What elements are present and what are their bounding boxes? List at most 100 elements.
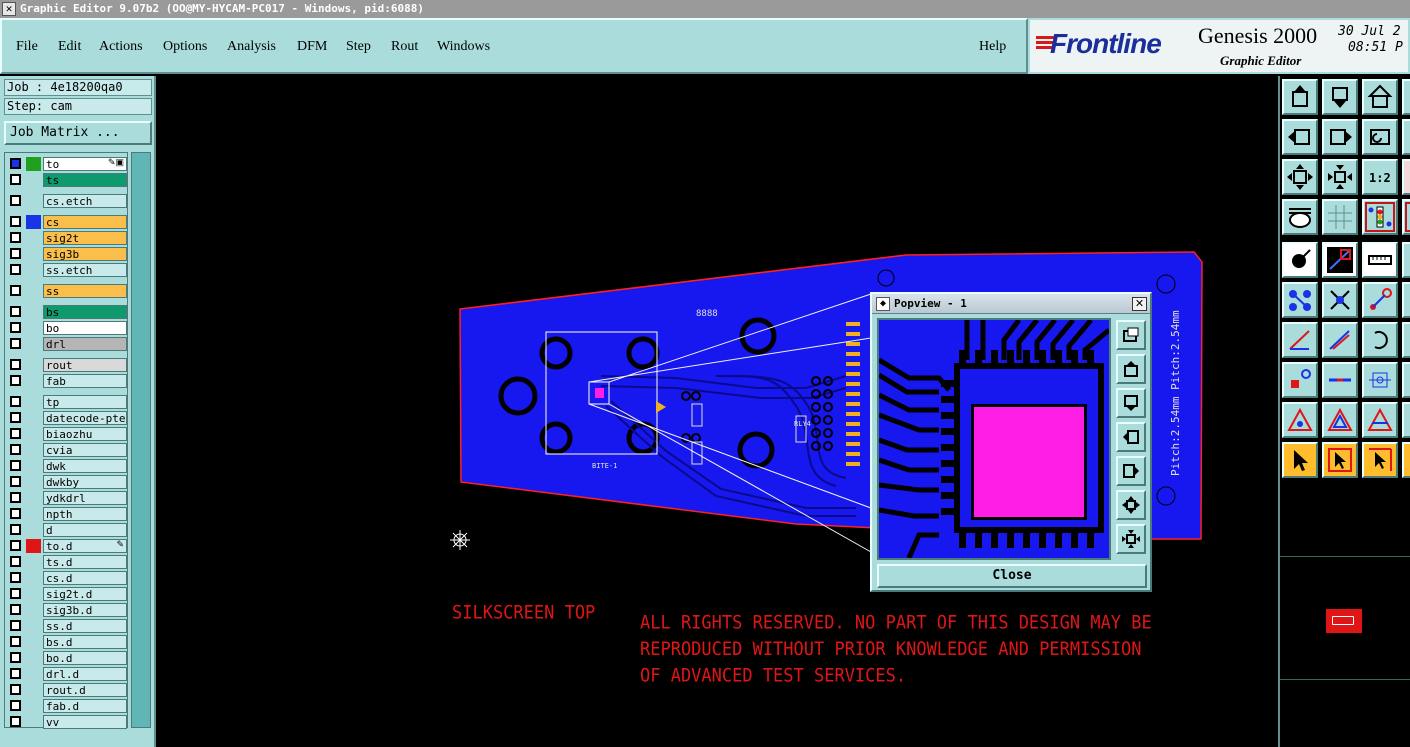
layer-checkbox[interactable] bbox=[10, 604, 21, 615]
palette-icon[interactable] bbox=[1282, 199, 1318, 235]
layer-row-drl[interactable]: drl bbox=[7, 337, 127, 351]
layer-color-swatch[interactable] bbox=[26, 215, 41, 229]
cross-mark-icon[interactable] bbox=[1322, 282, 1358, 318]
popview-zoom-in-icon[interactable] bbox=[1116, 524, 1146, 554]
layer-checkbox[interactable] bbox=[10, 556, 21, 567]
layer-name[interactable]: sig3b bbox=[43, 247, 127, 261]
zoom-in-icon[interactable] bbox=[1322, 159, 1358, 195]
layer-name[interactable]: ts.d bbox=[43, 555, 127, 569]
layer-row-ss-d[interactable]: ss.d bbox=[7, 619, 127, 633]
layer-checkbox[interactable] bbox=[10, 306, 21, 317]
layer-checkbox[interactable] bbox=[10, 492, 21, 503]
layer-row-ts[interactable]: ts bbox=[7, 173, 127, 187]
layer-row-ydkdrl[interactable]: ydkdrl bbox=[7, 491, 127, 505]
triangle-bar-icon[interactable] bbox=[1362, 402, 1398, 438]
popview-close-button[interactable]: Close bbox=[877, 564, 1147, 588]
layer-checkbox[interactable] bbox=[10, 668, 21, 679]
overflow-tool-icon[interactable] bbox=[1402, 159, 1410, 195]
layer-row-to-d[interactable]: to.d ✎ bbox=[7, 539, 127, 553]
popview-pan-right-icon[interactable] bbox=[1116, 456, 1146, 486]
menu-rout[interactable]: Rout bbox=[391, 39, 418, 55]
triangle-select-icon[interactable] bbox=[1282, 402, 1318, 438]
layer-checkbox[interactable] bbox=[10, 428, 21, 439]
layer-row-bo[interactable]: bo bbox=[7, 321, 127, 335]
layer-row-tp[interactable]: tp bbox=[7, 395, 127, 409]
layer-row-ss[interactable]: ss bbox=[7, 284, 127, 298]
layer-row-biaozhu[interactable]: biaozhu bbox=[7, 427, 127, 441]
menu-edit[interactable]: Edit bbox=[58, 39, 81, 55]
layer-name[interactable]: bo bbox=[43, 321, 127, 335]
popview-fit-icon[interactable] bbox=[1116, 320, 1146, 350]
layer-checkbox[interactable] bbox=[10, 216, 21, 227]
grid-icon[interactable] bbox=[1322, 199, 1358, 235]
popview-zoom-view[interactable] bbox=[877, 318, 1111, 560]
popview-pan-up-icon[interactable] bbox=[1116, 354, 1146, 384]
layer-name[interactable]: cvia bbox=[43, 443, 127, 457]
layer-checkbox[interactable] bbox=[10, 460, 21, 471]
menu-step[interactable]: Step bbox=[346, 39, 371, 55]
layer-row-sig2t-d[interactable]: sig2t.d bbox=[7, 587, 127, 601]
layer-checkbox[interactable] bbox=[10, 359, 21, 370]
scale-1-2-icon[interactable]: 1:2 bbox=[1362, 159, 1398, 195]
layer-name[interactable]: cs.etch bbox=[43, 194, 127, 208]
layer-checkbox[interactable] bbox=[10, 476, 21, 487]
layer-colors-icon[interactable] bbox=[1362, 199, 1398, 235]
layer-name[interactable]: drl.d bbox=[43, 667, 127, 681]
menu-actions[interactable]: Actions bbox=[99, 39, 143, 55]
layer-row-vv[interactable]: vv bbox=[7, 715, 127, 729]
menu-dfm[interactable]: DFM bbox=[297, 39, 327, 55]
overview-navigator[interactable] bbox=[1280, 556, 1410, 680]
zoom-fit-icon[interactable] bbox=[1282, 159, 1318, 195]
layer-name[interactable]: rout.d bbox=[43, 683, 127, 697]
zoom-home-down-icon[interactable] bbox=[1322, 79, 1358, 115]
app-close-icon[interactable]: ✕ bbox=[2, 2, 16, 16]
pad-select-icon[interactable] bbox=[1282, 242, 1318, 278]
layer-name[interactable]: npth bbox=[43, 507, 127, 521]
layer-checkbox[interactable] bbox=[10, 195, 21, 206]
layer-name[interactable]: bs.d bbox=[43, 635, 127, 649]
job-matrix-button[interactable]: Job Matrix ... bbox=[4, 121, 152, 145]
layer-row-bs[interactable]: bs bbox=[7, 305, 127, 319]
popview-zoom-out-icon[interactable] bbox=[1116, 490, 1146, 520]
layer-checkbox[interactable] bbox=[10, 174, 21, 185]
triangle-outline-icon[interactable] bbox=[1322, 402, 1358, 438]
layer-row-cs[interactable]: cs bbox=[7, 215, 127, 229]
layer-checkbox[interactable] bbox=[10, 375, 21, 386]
layer-row-rout[interactable]: rout bbox=[7, 358, 127, 372]
home-icon[interactable] bbox=[1362, 79, 1398, 115]
layer-name[interactable]: tp bbox=[43, 395, 127, 409]
layer-checkbox[interactable] bbox=[10, 588, 21, 599]
layer-checkbox[interactable] bbox=[10, 396, 21, 407]
overflow-tool-icon[interactable] bbox=[1402, 79, 1410, 115]
layer-row-rout-d[interactable]: rout.d bbox=[7, 683, 127, 697]
menu-options[interactable]: Options bbox=[163, 39, 207, 55]
layer-checkbox[interactable] bbox=[10, 540, 21, 551]
angle-measure-icon[interactable] bbox=[1282, 322, 1318, 358]
layer-row-sig3b-d[interactable]: sig3b.d bbox=[7, 603, 127, 617]
layer-checkbox[interactable] bbox=[10, 716, 21, 727]
select-pointer-icon[interactable] bbox=[1282, 442, 1318, 478]
overflow-tool-icon[interactable] bbox=[1402, 322, 1410, 358]
layer-row-d[interactable]: d bbox=[7, 523, 127, 537]
layer-row-sig2t[interactable]: sig2t bbox=[7, 231, 127, 245]
layer-name[interactable]: dwkby bbox=[43, 475, 127, 489]
ruler-icon[interactable] bbox=[1362, 242, 1398, 278]
overflow-tool-icon[interactable] bbox=[1402, 199, 1410, 235]
layer-name[interactable]: fab.d bbox=[43, 699, 127, 713]
layer-checkbox[interactable] bbox=[10, 636, 21, 647]
layer-list-scrollbar[interactable] bbox=[131, 152, 151, 728]
menu-file[interactable]: File bbox=[16, 39, 38, 55]
layer-name[interactable]: to.d bbox=[43, 539, 127, 553]
layer-checkbox[interactable] bbox=[10, 264, 21, 275]
layer-row-ts-d[interactable]: ts.d bbox=[7, 555, 127, 569]
overflow-tool-icon[interactable] bbox=[1402, 119, 1410, 155]
layer-checkbox[interactable] bbox=[10, 572, 21, 583]
zoom-home-up-icon[interactable] bbox=[1282, 79, 1318, 115]
layer-checkbox[interactable] bbox=[10, 524, 21, 535]
overflow-tool-icon[interactable] bbox=[1402, 242, 1410, 278]
snap-point-icon[interactable] bbox=[1282, 362, 1318, 398]
layer-checkbox[interactable] bbox=[10, 338, 21, 349]
layer-checkbox[interactable] bbox=[10, 700, 21, 711]
popview-title-bar[interactable]: ◆ Popview - 1 ✕ bbox=[872, 294, 1150, 314]
layer-checkbox[interactable] bbox=[10, 652, 21, 663]
